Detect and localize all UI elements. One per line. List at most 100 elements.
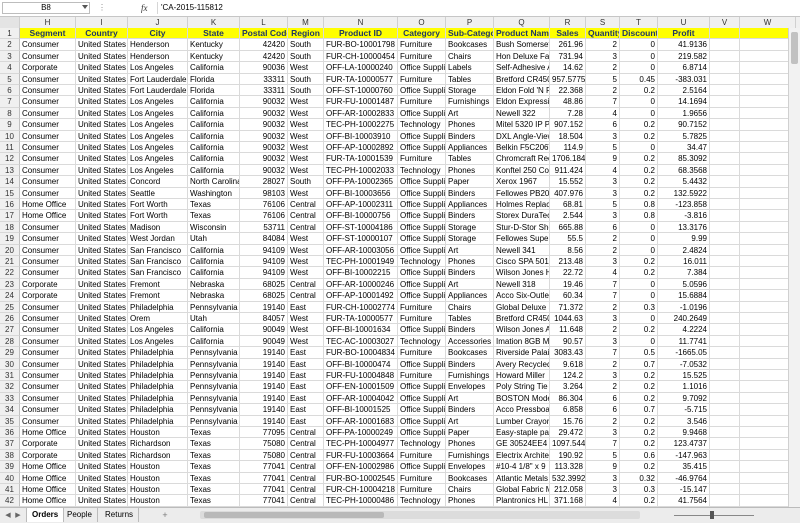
cell[interactable]: Consumer xyxy=(20,107,76,120)
cell[interactable]: 1.9656 xyxy=(658,107,710,120)
cell[interactable]: OFF-EN-10002986 xyxy=(324,461,398,473)
cell[interactable]: 19140 xyxy=(240,415,288,427)
cell[interactable]: TEC-PH-10002275 xyxy=(324,119,398,131)
cell[interactable]: Technology xyxy=(398,495,446,507)
cell[interactable]: 532.3992 xyxy=(550,472,586,484)
cell[interactable]: OFF-AP-10001492 xyxy=(324,290,398,302)
cell[interactable]: United States xyxy=(76,153,128,165)
cell[interactable] xyxy=(710,153,740,165)
header-cell[interactable]: Segment xyxy=(20,28,76,40)
cell[interactable]: Appliances xyxy=(446,142,494,154)
cell[interactable]: Consumer xyxy=(20,85,76,97)
cell[interactable]: 35.415 xyxy=(658,461,710,473)
cell[interactable]: 2 xyxy=(586,324,620,336)
cell[interactable]: 29.472 xyxy=(550,427,586,439)
cell[interactable]: OFF-ST-10004186 xyxy=(324,221,398,234)
cell[interactable]: TEC-PH-10000486 xyxy=(324,495,398,507)
cell[interactable]: Houston xyxy=(128,484,188,496)
cell[interactable]: Texas xyxy=(188,427,240,439)
cell[interactable]: United States xyxy=(76,73,128,85)
cell[interactable]: South xyxy=(288,85,324,97)
cell[interactable]: California xyxy=(188,130,240,142)
cell[interactable]: East xyxy=(288,404,324,416)
cell[interactable]: 123.4737 xyxy=(658,438,710,450)
cell[interactable]: Envelopes xyxy=(446,461,494,473)
cell[interactable]: United States xyxy=(76,187,128,199)
column-header-p[interactable]: P xyxy=(446,17,494,28)
cell[interactable]: 2 xyxy=(586,233,620,245)
cell[interactable]: Corporate xyxy=(20,449,76,462)
cell[interactable]: 34.47 xyxy=(658,142,710,154)
cell[interactable]: 53711 xyxy=(240,221,288,234)
cell[interactable]: South xyxy=(288,50,324,63)
cell[interactable]: 0.2 xyxy=(620,370,658,382)
cell[interactable]: Home Office xyxy=(20,427,76,439)
row-number[interactable]: 30 xyxy=(0,358,20,370)
cell[interactable]: United States xyxy=(76,176,128,188)
cell[interactable]: Consumer xyxy=(20,404,76,416)
cell[interactable]: Philadelphia xyxy=(128,381,188,393)
cell[interactable]: 6 xyxy=(586,119,620,131)
cell[interactable]: United States xyxy=(76,324,128,336)
cell[interactable]: 0.2 xyxy=(620,267,658,279)
cell[interactable]: Storage xyxy=(446,233,494,245)
cell[interactable]: -5.715 xyxy=(658,404,710,416)
cell[interactable]: Paper xyxy=(446,176,494,188)
row-number[interactable]: 8 xyxy=(0,107,20,120)
cell[interactable]: Philadelphia xyxy=(128,370,188,382)
row-number[interactable]: 11 xyxy=(0,142,20,154)
cell[interactable]: Utah xyxy=(188,313,240,325)
cell[interactable]: Bookcases xyxy=(446,347,494,359)
column-header-h[interactable]: H xyxy=(20,17,76,28)
cell[interactable]: Global Deluxe S xyxy=(494,301,550,313)
cell[interactable]: Fremont xyxy=(128,278,188,291)
cell[interactable]: Philadelphia xyxy=(128,347,188,359)
cell[interactable]: TEC-PH-10002033 xyxy=(324,164,398,177)
cell[interactable]: 15.552 xyxy=(550,176,586,188)
cell[interactable]: United States xyxy=(76,438,128,450)
cell[interactable]: Bretford CR450 xyxy=(494,73,550,85)
cell[interactable]: 0 xyxy=(620,290,658,302)
cell[interactable]: 132.5922 xyxy=(658,187,710,199)
cell[interactable]: Office Supplies xyxy=(398,461,446,473)
cell[interactable]: 1044.63 xyxy=(550,313,586,325)
cell[interactable]: 0.5 xyxy=(620,347,658,359)
cell[interactable]: Fort Lauderdale xyxy=(128,85,188,97)
cell[interactable]: 0 xyxy=(620,62,658,74)
row-number[interactable]: 28 xyxy=(0,335,20,348)
cell[interactable]: San Francisco xyxy=(128,244,188,256)
cell[interactable]: Office Supplies xyxy=(398,187,446,199)
cell[interactable]: 90032 xyxy=(240,107,288,120)
vertical-scroll-thumb[interactable] xyxy=(791,32,798,64)
cell[interactable]: 90049 xyxy=(240,324,288,336)
cell[interactable]: 0 xyxy=(620,278,658,291)
cell[interactable]: Office Supplies xyxy=(398,404,446,416)
cell[interactable]: United States xyxy=(76,142,128,154)
cell[interactable]: 0.2 xyxy=(620,427,658,439)
cell[interactable]: 3083.43 xyxy=(550,347,586,359)
cell[interactable]: Office Supplies xyxy=(398,176,446,188)
cell[interactable]: 2 xyxy=(586,381,620,393)
cell[interactable]: 0 xyxy=(620,39,658,51)
cell[interactable]: 3 xyxy=(586,335,620,348)
cell[interactable]: West xyxy=(288,313,324,325)
cell[interactable]: 3 xyxy=(586,50,620,63)
cell[interactable] xyxy=(710,495,740,507)
cell[interactable]: GE 30524EE4 xyxy=(494,438,550,450)
cell[interactable]: West xyxy=(288,233,324,245)
cell[interactable]: OFF-EN-10001509 xyxy=(324,381,398,393)
cell[interactable]: California xyxy=(188,96,240,108)
cell[interactable]: 77041 xyxy=(240,461,288,473)
cell[interactable]: 3 xyxy=(586,484,620,496)
cell[interactable]: 2.544 xyxy=(550,210,586,222)
cell[interactable]: OFF-BI-10001634 xyxy=(324,324,398,336)
cell[interactable]: United States xyxy=(76,107,128,120)
column-header-u[interactable]: U xyxy=(658,17,710,28)
cell[interactable]: 0.3 xyxy=(620,301,658,313)
cell[interactable]: Home Office xyxy=(20,199,76,211)
cell[interactable]: Houston xyxy=(128,461,188,473)
cell[interactable]: Pennsylvania xyxy=(188,381,240,393)
cell[interactable]: Chairs xyxy=(446,301,494,313)
cell[interactable] xyxy=(710,50,740,63)
cell[interactable]: Central xyxy=(288,484,324,496)
